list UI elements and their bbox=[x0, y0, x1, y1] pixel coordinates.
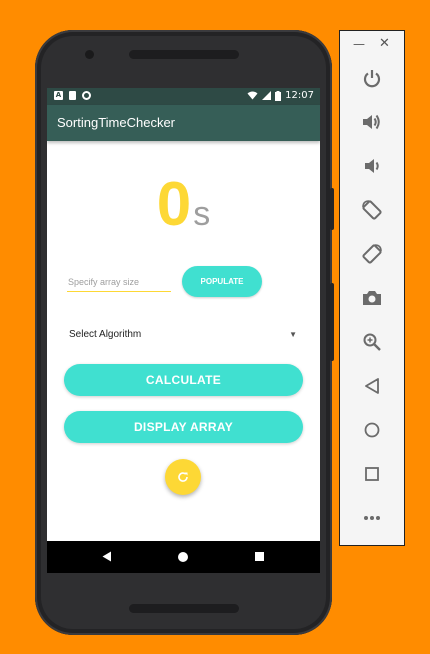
more-icon[interactable] bbox=[357, 503, 387, 533]
nav-home-icon[interactable] bbox=[178, 552, 188, 562]
volume-up-icon[interactable] bbox=[357, 107, 387, 137]
signal-icon bbox=[262, 91, 272, 100]
zoom-icon[interactable] bbox=[357, 327, 387, 357]
front-camera bbox=[85, 50, 94, 59]
refresh-icon bbox=[178, 472, 188, 482]
array-size-input[interactable] bbox=[67, 273, 171, 292]
elapsed-time-display: 0s bbox=[47, 174, 320, 236]
camera-icon[interactable] bbox=[357, 283, 387, 313]
sd-card-icon bbox=[69, 91, 76, 100]
bottom-speaker bbox=[129, 604, 239, 613]
refresh-button[interactable] bbox=[165, 459, 201, 495]
volume-hardware-button[interactable] bbox=[330, 283, 334, 361]
wifi-icon bbox=[247, 91, 258, 100]
rotate-right-icon[interactable] bbox=[357, 239, 387, 269]
algorithm-select[interactable]: Select Algorithm ▼ bbox=[69, 324, 297, 346]
dropdown-arrow-icon: ▼ bbox=[289, 330, 297, 339]
system-navigation-bar bbox=[47, 541, 320, 573]
populate-button[interactable]: POPULATE bbox=[182, 266, 262, 297]
algorithm-select-value: Select Algorithm bbox=[69, 329, 142, 340]
nav-overview-icon[interactable] bbox=[255, 552, 264, 561]
app-bar: SortingTimeChecker bbox=[47, 105, 320, 141]
device-screen: A 12:07 SortingTimeChecker 0s POPULATE S… bbox=[47, 88, 320, 573]
back-icon[interactable] bbox=[357, 371, 387, 401]
calculate-button[interactable]: CALCULATE bbox=[64, 364, 303, 396]
sync-icon bbox=[82, 91, 91, 100]
overview-icon[interactable] bbox=[357, 459, 387, 489]
home-icon[interactable] bbox=[357, 415, 387, 445]
notification-a-icon: A bbox=[54, 91, 63, 100]
clock: 12:07 bbox=[285, 90, 314, 101]
nav-back-icon[interactable] bbox=[102, 551, 112, 562]
display-array-button[interactable]: DISPLAY ARRAY bbox=[64, 411, 303, 443]
volume-down-icon[interactable] bbox=[357, 151, 387, 181]
close-icon[interactable]: ✕ bbox=[379, 36, 390, 51]
top-speaker bbox=[129, 50, 239, 59]
status-bar: A 12:07 bbox=[47, 88, 320, 105]
timer-value: 0 bbox=[156, 170, 192, 239]
emulator-window-controls: — ✕ bbox=[340, 31, 404, 59]
app-title: SortingTimeChecker bbox=[57, 115, 176, 130]
minimize-icon[interactable]: — bbox=[353, 37, 365, 51]
emulator-toolbar: — ✕ bbox=[339, 30, 405, 546]
rotate-left-icon[interactable] bbox=[357, 195, 387, 225]
power-hardware-button[interactable] bbox=[330, 188, 334, 230]
battery-icon bbox=[275, 90, 282, 101]
power-icon[interactable] bbox=[357, 63, 387, 93]
timer-unit: s bbox=[193, 195, 211, 233]
